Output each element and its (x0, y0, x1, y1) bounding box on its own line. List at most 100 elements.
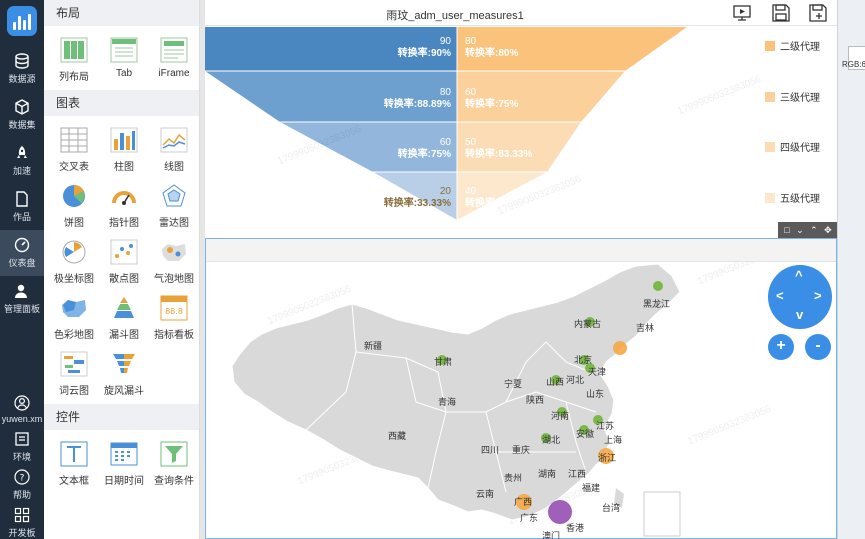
nav-item-works[interactable]: 作品 (0, 184, 44, 230)
nav-item-dataset[interactable]: 数据集 (0, 92, 44, 138)
word-cloud-icon (60, 351, 88, 377)
component-column-layout[interactable]: 列布局 (50, 32, 98, 86)
dashboard-canvas: 雨玟_adm_user_measures1 90 转换率:90% 80 转换率:… (205, 0, 838, 539)
help-icon: ? (14, 469, 30, 485)
component-tab[interactable]: Tab (100, 32, 148, 86)
color-map-icon (62, 300, 86, 317)
grid-icon (14, 507, 30, 523)
delete-icon[interactable]: □ (784, 222, 789, 238)
funnel-right-value-3: 40 (465, 186, 477, 197)
funnel-left-rate-2: 转换率:75% (398, 147, 451, 160)
map-label: 云南 (476, 489, 495, 499)
filter-icon (160, 441, 188, 467)
component-textbox[interactable]: 文本框 (50, 436, 98, 490)
map-label: 山东 (586, 389, 605, 399)
funnel-right-rate-0: 转换率:80% (465, 46, 518, 59)
crosstab-icon (60, 127, 88, 153)
chevron-up-icon[interactable]: ⌃ (810, 222, 818, 238)
component-label: 散点图 (109, 274, 139, 285)
save-icon[interactable] (771, 4, 791, 22)
funnel-left-segment-1[interactable] (205, 71, 457, 122)
funnel-right-rate-1: 转换率:75% (465, 97, 518, 110)
zoom-in-button[interactable]: + (768, 334, 794, 360)
nav-item-label: 作品 (12, 212, 31, 222)
tornado-funnel-chart[interactable]: 90 转换率:90% 80 转换率:88.89% 60 转换率:75% 20 转… (205, 27, 837, 234)
component-label: 线图 (164, 162, 184, 173)
component-crosstab[interactable]: 交叉表 (50, 122, 98, 176)
nav-item-environment[interactable]: 环境 (0, 428, 44, 466)
map-label: 澳门 (542, 531, 561, 539)
legend-swatch (765, 91, 775, 102)
component-color-map[interactable]: 色彩地图 (50, 290, 98, 344)
svg-text:88.8: 88.8 (165, 307, 183, 316)
component-iframe[interactable]: iFrame (150, 32, 198, 86)
pan-right-button[interactable]: > (814, 288, 822, 303)
iframe-icon (160, 37, 188, 63)
map-label: 河北 (566, 375, 585, 385)
component-word-cloud[interactable]: 词云图 (50, 346, 98, 400)
gauge-chart-icon (112, 191, 136, 205)
nav-item-dashboard[interactable]: 仪表盘 (0, 230, 44, 276)
funnel-left-rate-0: 转换率:90% (398, 46, 451, 59)
nav-item-label: 仪表盘 (8, 258, 36, 268)
component-label: 列布局 (59, 72, 89, 83)
zoom-out-button[interactable]: - (805, 334, 831, 360)
component-polar-chart[interactable]: 极坐标图 (50, 234, 98, 288)
textbox-icon (60, 441, 88, 467)
section-title-controls: 控件 (44, 404, 199, 430)
component-datetime[interactable]: 日期时间 (100, 436, 148, 490)
component-query-filter[interactable]: 查询条件 (150, 436, 198, 490)
component-panel: 布局 列布局 Tab iFrame 图表 交叉表 柱图 线图 饼图 指针图 雷达… (44, 0, 200, 539)
component-funnel-chart[interactable]: 漏斗图 (100, 290, 148, 344)
component-gauge-chart[interactable]: 指针图 (100, 178, 148, 232)
nav-item-help[interactable]: ? 帮助 (0, 466, 44, 504)
chevron-down-icon[interactable]: ⌄ (796, 222, 804, 238)
user-menu[interactable]: yuwen.xm (0, 390, 44, 428)
map-point-heilongjiang[interactable] (653, 281, 663, 291)
nav-item-accelerate[interactable]: 加速 (0, 138, 44, 184)
rocket-icon (17, 146, 27, 158)
legend-label: 四级代理 (780, 143, 820, 154)
funnel-left-segment-2[interactable] (280, 122, 457, 172)
component-bubble-map[interactable]: 气泡地图 (150, 234, 198, 288)
component-pie-chart[interactable]: 饼图 (50, 178, 98, 232)
component-radar-chart[interactable]: 雷达图 (150, 178, 198, 232)
funnel-right-value-1: 60 (465, 87, 477, 98)
component-bar-chart[interactable]: 柱图 (100, 122, 148, 176)
gauge-icon (14, 237, 30, 253)
map-pan-control[interactable]: ^ v < > (768, 265, 832, 329)
legend-item[interactable]: 二级代理 (765, 38, 820, 53)
pan-down-button[interactable]: v (796, 307, 803, 322)
nav-item-label: 管理面板 (3, 304, 40, 314)
move-icon[interactable]: ✥ (824, 222, 832, 238)
legend-item[interactable]: 三级代理 (765, 89, 820, 104)
save-as-icon[interactable] (808, 4, 828, 22)
color-map-widget[interactable]: 黑龙江 吉林 内蒙古 新疆 甘肃 北京 天津 河北 山西 宁夏 陕西 山东 青海… (205, 238, 837, 539)
preview-icon[interactable] (732, 4, 752, 22)
map-point-liaoning[interactable] (613, 341, 627, 355)
map-label: 内蒙古 (574, 319, 602, 329)
database-icon (15, 53, 29, 69)
map-label: 贵州 (504, 473, 523, 483)
map-label: 香港 (566, 523, 585, 533)
china-map-outline[interactable] (231, 263, 681, 521)
app-logo-icon[interactable] (7, 6, 37, 36)
nav-item-devboard[interactable]: 开发板 (0, 504, 44, 539)
widget-toolbar: □ ⌄ ⌃ ✥ (778, 222, 838, 238)
legend-item[interactable]: 四级代理 (765, 139, 820, 154)
component-scatter-chart[interactable]: 散点图 (100, 234, 148, 288)
component-kpi-board[interactable]: 88.8 指标看板 (150, 290, 198, 344)
nav-item-datasource[interactable]: 数据源 (0, 46, 44, 92)
funnel-right-segment-1[interactable] (457, 71, 625, 122)
calendar-icon (110, 442, 138, 466)
pan-up-button[interactable]: ^ (795, 268, 803, 283)
pan-left-button[interactable]: < (776, 288, 784, 303)
component-tornado-funnel[interactable]: 旋风漏斗 (100, 346, 148, 400)
component-label: 气泡地图 (154, 274, 194, 285)
legend-label: 二级代理 (780, 42, 820, 53)
nav-item-admin[interactable]: 管理面板 (0, 276, 44, 322)
pie-chart-icon (63, 184, 85, 207)
component-line-chart[interactable]: 线图 (150, 122, 198, 176)
component-label: 词云图 (59, 386, 89, 397)
legend-item[interactable]: 五级代理 (765, 190, 820, 205)
